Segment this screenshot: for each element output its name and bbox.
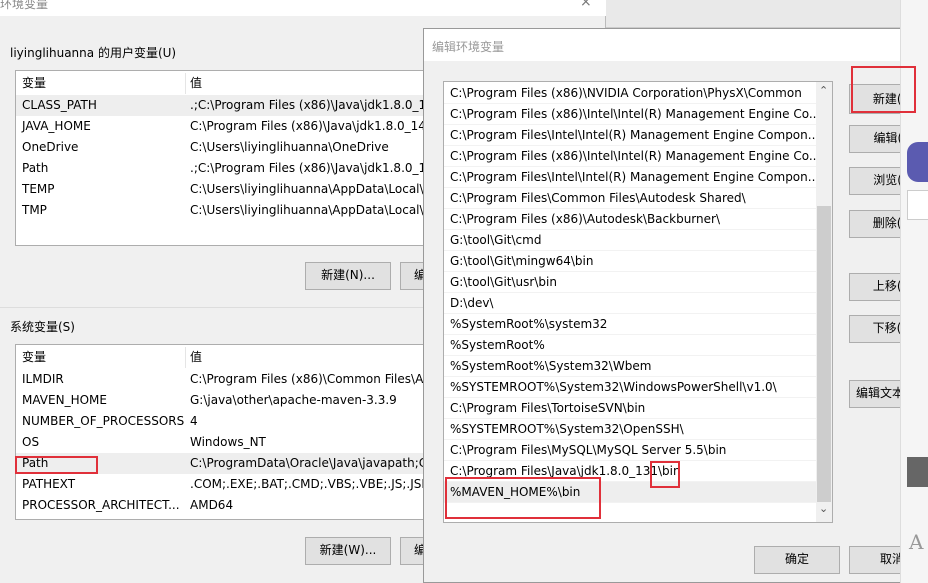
scroll-up-icon[interactable]: ⌃: [819, 84, 828, 97]
variable-name: NUMBER_OF_PROCESSORS: [22, 414, 185, 428]
table-row[interactable]: PROCESSOR_ARCHITECT... AMD64: [16, 495, 434, 516]
scroll-down-icon[interactable]: ⌄: [819, 502, 828, 515]
ok-button[interactable]: 确定: [754, 546, 840, 574]
table-row[interactable]: Path .;C:\Program Files (x86)\Java\jdk1.8…: [16, 158, 434, 179]
column-value[interactable]: 值: [185, 73, 202, 94]
system-variables-label: 系统变量(S): [10, 320, 75, 334]
path-entry[interactable]: C:\Program Files (x86)\Intel\Intel(R) Ma…: [444, 146, 820, 167]
variable-name: OneDrive: [22, 140, 79, 154]
scrollbar[interactable]: ⌃ ⌄: [816, 82, 832, 522]
variable-value: G:\java\other\apache-maven-3.3.9: [190, 393, 397, 407]
path-entry[interactable]: %SystemRoot%\system32: [444, 314, 816, 335]
table-row[interactable]: OS Windows_NT: [16, 432, 434, 453]
variable-value: C:\Users\liyinglihuanna\OneDrive: [190, 140, 389, 154]
path-entry[interactable]: C:\Program Files\Intel\Intel(R) Manageme…: [444, 167, 819, 188]
app-icon[interactable]: [907, 142, 928, 182]
variable-name: CLASS_PATH: [22, 98, 97, 112]
path-entry[interactable]: C:\Program Files\TortoiseSVN\bin: [444, 398, 816, 419]
variable-name: PATHEXT: [22, 477, 76, 491]
user-variables-table: 变量 值 CLASS_PATH .;C:\Program Files (x86)\J…: [15, 70, 435, 246]
highlight-path-variable: [15, 456, 98, 474]
highlight-bin-segment: [650, 461, 680, 488]
variable-name: MAVEN_HOME: [22, 393, 107, 407]
table-header: 变量 值: [16, 73, 434, 94]
table-row[interactable]: OneDrive C:\Users\liyinglihuanna\OneDrive: [16, 137, 434, 158]
path-entry[interactable]: C:\Program Files\MySQL\MySQL Server 5.5\…: [444, 440, 816, 461]
table-row[interactable]: CLASS_PATH .;C:\Program Files (x86)\Java\…: [16, 95, 434, 116]
path-entry[interactable]: D:\dev\: [444, 293, 816, 314]
variable-value: C:\Users\liyinglihuanna\AppData\Local\Te…: [190, 182, 435, 196]
variable-value: .;C:\Program Files (x86)\Java\jdk1.8.0_1…: [190, 98, 435, 112]
chat-icon[interactable]: [907, 190, 928, 220]
scrollbar-thumb[interactable]: [817, 206, 831, 502]
column-value[interactable]: 值: [185, 347, 202, 368]
path-entry[interactable]: C:\Program Files (x86)\Autodesk\Backburn…: [444, 209, 816, 230]
user-variables-label: liyinglihuanna 的用户变量(U): [10, 46, 177, 60]
path-entry[interactable]: G:\tool\Git\usr\bin: [444, 272, 816, 293]
path-entry[interactable]: %SystemRoot%\System32\Wbem: [444, 356, 816, 377]
close-icon[interactable]: ×: [580, 0, 592, 10]
variable-value: .;C:\Program Files (x86)\Java\jdk1.8.0_1…: [190, 161, 435, 175]
variable-name: TMP: [22, 203, 47, 217]
title-bar: 编辑环境变量: [424, 29, 928, 61]
variable-value: C:\Program Files (x86)\Common Files\Au: [190, 372, 431, 386]
variable-value: C:\Users\liyinglihuanna\AppData\Local\Te…: [190, 203, 435, 217]
variable-value: C:\Program Files (x86)\Java\jdk1.8.0_144: [190, 119, 434, 133]
table-header: 变量 值: [16, 347, 434, 368]
font-icon[interactable]: A: [909, 530, 923, 554]
path-entry[interactable]: G:\tool\Git\cmd: [444, 230, 816, 251]
highlight-maven-entry: [445, 477, 601, 519]
path-entry[interactable]: %SystemRoot%: [444, 335, 816, 356]
title-bar: 环境变量 ×: [0, 0, 606, 16]
table-row[interactable]: MAVEN_HOME G:\java\other\apache-maven-3.3…: [16, 390, 434, 411]
path-entry[interactable]: G:\tool\Git\mingw64\bin: [444, 251, 816, 272]
avatar[interactable]: [907, 457, 928, 487]
variable-value: 4: [190, 414, 198, 428]
variable-value: .COM;.EXE;.BAT;.CMD;.VBS;.VBE;.JS;.JSE;.: [190, 477, 435, 491]
column-variable[interactable]: 变量: [22, 347, 46, 368]
variable-name: TEMP: [22, 182, 55, 196]
variable-name: JAVA_HOME: [22, 119, 91, 133]
table-row[interactable]: JAVA_HOME C:\Program Files (x86)\Java\jdk…: [16, 116, 434, 137]
system-variables-table: 变量 值 ILMDIR C:\Program Files (x86)\Common …: [15, 344, 435, 520]
table-row[interactable]: ILMDIR C:\Program Files (x86)\Common File…: [16, 369, 434, 390]
path-entry[interactable]: C:\Program Files\Common Files\Autodesk S…: [444, 188, 816, 209]
path-entries-list: C:\Program Files (x86)\NVIDIA Corporatio…: [443, 81, 833, 523]
background-window: [606, 0, 900, 28]
variable-value: AMD64: [190, 498, 234, 512]
path-entry[interactable]: C:\Program Files (x86)\Intel\Intel(R) Ma…: [444, 104, 820, 125]
column-variable[interactable]: 变量: [22, 73, 46, 94]
variable-name: ILMDIR: [22, 372, 64, 386]
table-row[interactable]: PATHEXT .COM;.EXE;.BAT;.CMD;.VBS;.VBE;.JS…: [16, 474, 434, 495]
dialog-title: 编辑环境变量: [432, 40, 505, 54]
highlight-new-button: [851, 66, 916, 113]
variable-value: C:\ProgramData\Oracle\Java\javapath;C: [190, 456, 428, 470]
system-new-button[interactable]: 新建(W)...: [305, 537, 391, 565]
user-new-button[interactable]: 新建(N)...: [305, 262, 391, 290]
dialog-title: 环境变量: [0, 0, 49, 11]
table-row[interactable]: TEMP C:\Users\liyinglihuanna\AppData\Loca…: [16, 179, 434, 200]
path-entry[interactable]: C:\Program Files\Intel\Intel(R) Manageme…: [444, 125, 819, 146]
path-entry[interactable]: %SYSTEMROOT%\System32\WindowsPowerShell\…: [444, 377, 816, 398]
variable-value: Windows_NT: [190, 435, 266, 449]
variable-name: OS: [22, 435, 40, 449]
variable-name: Path: [22, 161, 49, 175]
table-row[interactable]: NUMBER_OF_PROCESSORS 4: [16, 411, 434, 432]
path-entry[interactable]: C:\Program Files (x86)\NVIDIA Corporatio…: [444, 83, 816, 104]
variable-name: PROCESSOR_ARCHITECT...: [22, 498, 180, 512]
table-row[interactable]: TMP C:\Users\liyinglihuanna\AppData\Local…: [16, 200, 434, 221]
path-entry[interactable]: %SYSTEMROOT%\System32\OpenSSH\: [444, 419, 816, 440]
